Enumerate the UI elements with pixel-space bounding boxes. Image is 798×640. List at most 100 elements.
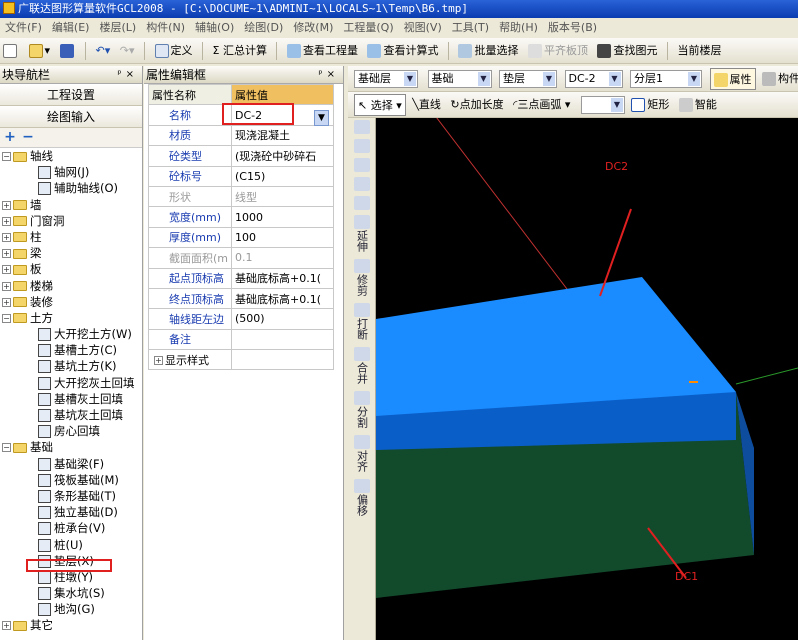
drawing-input-button[interactable]: 绘图输入 [0, 106, 142, 128]
tree-leaf[interactable]: 桩承台(V) [0, 520, 142, 536]
property-row[interactable]: 备注 [148, 328, 334, 351]
expand-icon[interactable]: + [2, 216, 11, 226]
property-value[interactable]: 0.1 [231, 247, 334, 269]
tool-copy-icon[interactable] [348, 137, 376, 156]
modify-tool-button[interactable]: 延伸 [348, 213, 376, 257]
property-value[interactable]: 基础底标高+0.1( [231, 267, 334, 289]
component-type-select[interactable]: 垫层 ▼ [499, 70, 557, 88]
arc3-tool-button[interactable]: ◜三点画弧 ▾ [510, 94, 573, 116]
save-button[interactable] [57, 40, 79, 62]
align-top-button[interactable]: 平齐板顶 [525, 40, 591, 62]
tree-node[interactable]: + 其它 [0, 617, 142, 633]
modify-tool-button[interactable]: 分割 [348, 389, 376, 433]
collapse-icon[interactable]: − [2, 152, 11, 161]
property-row[interactable]: 宽度(mm) 1000 [148, 206, 334, 228]
expand-icon[interactable]: + [2, 297, 11, 307]
floor-select[interactable]: 基础层 ▼ [354, 70, 418, 88]
tree-leaf[interactable]: 大开挖土方(W) [0, 326, 142, 342]
menu-item[interactable]: 视图(V) [399, 18, 447, 38]
tree-node[interactable]: − 轴线 [0, 148, 142, 164]
property-value[interactable]: (现浇砼中砂碎石 [231, 145, 334, 167]
menu-item[interactable]: 编辑(E) [47, 18, 95, 38]
tree-node[interactable]: + 柱 [0, 229, 142, 245]
draw-mode-select[interactable]: ▼ [580, 96, 625, 114]
menu-item[interactable]: 绘图(D) [239, 18, 288, 38]
tree-leaf[interactable]: 筏板基础(M) [0, 472, 142, 488]
menu-item[interactable]: 工具(T) [447, 18, 494, 38]
redo-button[interactable]: ↷▾ [117, 40, 138, 62]
property-value[interactable]: 基础底标高+0.1( [231, 287, 334, 310]
menu-item[interactable]: 工程量(Q) [338, 18, 398, 38]
modify-tool-button[interactable]: 对齐 [348, 433, 376, 477]
tool-pen-icon[interactable] [348, 118, 376, 137]
property-value[interactable]: (C15) [231, 165, 334, 187]
3d-viewport[interactable]: DC2 DC1 [376, 118, 798, 640]
open-button[interactable]: ▾ [26, 40, 54, 62]
expand-icon[interactable]: + [2, 200, 11, 210]
menu-item[interactable]: 辅轴(O) [190, 18, 239, 38]
property-value[interactable] [231, 349, 334, 371]
collapse-icon[interactable]: − [2, 313, 11, 323]
panel-pin-close-icon[interactable]: ᵖ× [318, 66, 339, 84]
category-select[interactable]: 基础 ▼ [427, 70, 492, 88]
tree-leaf[interactable]: 集水坑(S) [0, 585, 142, 601]
tool-rotate-icon[interactable] [348, 194, 376, 213]
project-settings-button[interactable]: 工程设置 [0, 84, 142, 106]
tree-leaf[interactable]: 基础梁(F) [0, 456, 142, 472]
expand-icon[interactable]: + [154, 356, 163, 366]
view-formula-button[interactable]: 查看计算式 [364, 40, 441, 62]
undo-button[interactable]: ↶▾ [93, 40, 114, 62]
tree-leaf[interactable]: 地沟(G) [0, 601, 142, 617]
modify-tool-button[interactable]: 修剪 [348, 257, 376, 301]
property-row[interactable]: 砼标号 (C15) [148, 165, 334, 187]
tree-leaf[interactable]: 基槽灰土回填 [0, 391, 142, 407]
panel-pin-close-icon[interactable]: ᵖ× [117, 66, 138, 84]
property-value[interactable]: 1000 [231, 206, 334, 228]
menu-item[interactable]: 版本号(B) [543, 18, 602, 38]
property-row[interactable]: 厚度(mm) 100 [148, 226, 334, 249]
property-row[interactable]: 轴线距左边 (500) [148, 308, 334, 330]
tree-leaf[interactable]: 条形基础(T) [0, 488, 142, 504]
properties-button[interactable]: 属性 [709, 68, 756, 90]
name-dropdown-icon[interactable]: ▼ [314, 110, 329, 126]
property-row[interactable]: 终点顶标高 基础底标高+0.1( [148, 287, 334, 310]
rect-tool-button[interactable]: 矩形 [628, 94, 672, 116]
new-button[interactable] [0, 40, 22, 62]
expand-icon[interactable]: + [2, 232, 11, 242]
expand-icon[interactable]: + [2, 249, 11, 259]
tree-node[interactable]: + 板 [0, 261, 142, 277]
tree-node[interactable]: + 门窗洞 [0, 213, 142, 229]
tree-node[interactable]: − 土方 [0, 310, 142, 326]
property-row[interactable]: 砼类型 (现浇砼中砂碎石 [148, 145, 334, 167]
property-value[interactable]: 100 [231, 226, 334, 249]
menu-item[interactable]: 构件(N) [141, 18, 190, 38]
tree-node[interactable]: − 基础 [0, 439, 142, 455]
layer-select[interactable]: 分层1 ▼ [630, 70, 702, 88]
tree-node[interactable]: + 墙 [0, 197, 142, 213]
menu-item[interactable]: 修改(M) [288, 18, 338, 38]
tool-move-icon[interactable] [348, 175, 376, 194]
property-row[interactable]: 材质 现浇混凝土 [148, 124, 334, 147]
property-row[interactable]: 起点顶标高 基础底标高+0.1( [148, 267, 334, 289]
collapse-icon[interactable]: − [2, 443, 11, 453]
tree-leaf[interactable]: 房心回填 [0, 423, 142, 439]
view-quantity-button[interactable]: 查看工程量 [284, 40, 361, 62]
expand-icon[interactable]: + [2, 265, 11, 275]
tree-node[interactable]: + 梁 [0, 245, 142, 261]
tree-node[interactable]: + 楼梯 [0, 278, 142, 294]
tree-leaf[interactable]: 轴网(J) [0, 164, 142, 180]
property-value[interactable]: (500) [231, 308, 334, 330]
point-length-button[interactable]: ↻点加长度 [447, 94, 506, 116]
menu-item[interactable]: 文件(F) [0, 18, 47, 38]
smart-layout-button[interactable]: 智能 [676, 94, 720, 116]
tree-leaf[interactable]: 基坑灰土回填 [0, 407, 142, 423]
tree-leaf[interactable]: 基坑土方(K) [0, 358, 142, 374]
modify-tool-button[interactable]: 打断 [348, 301, 376, 345]
property-row[interactable]: 形状 线型 [148, 185, 334, 208]
menu-item[interactable]: 帮助(H) [494, 18, 543, 38]
find-element-button[interactable]: 查找图元 [594, 40, 660, 62]
property-value[interactable] [231, 328, 334, 351]
expand-all-icon[interactable]: + [2, 130, 18, 146]
modify-tool-button[interactable]: 偏移 [348, 477, 376, 521]
line-tool-button[interactable]: ╲直线 [409, 94, 444, 116]
